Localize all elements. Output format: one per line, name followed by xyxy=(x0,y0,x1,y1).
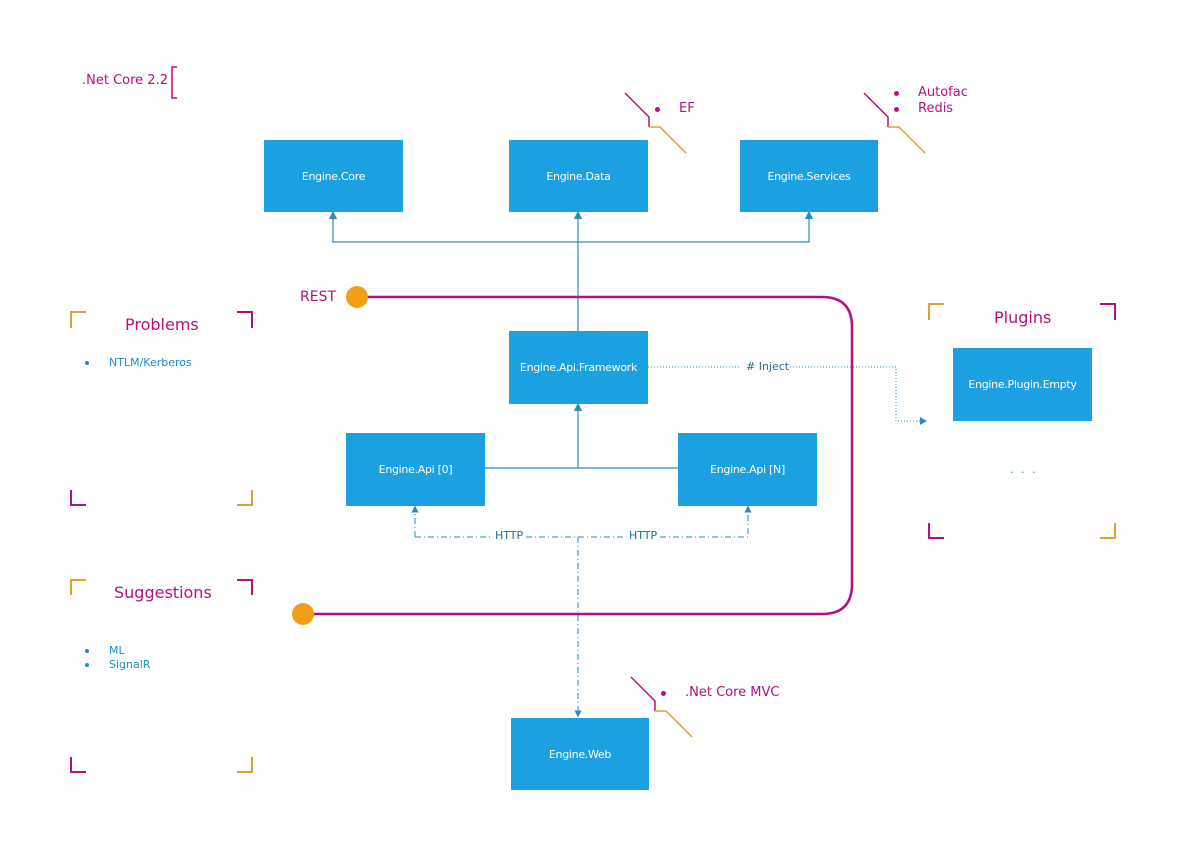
rest-label: REST xyxy=(300,289,337,305)
annotation-item: Autofac xyxy=(891,85,968,101)
http-edges xyxy=(411,505,752,718)
suggestions-item: SignalR xyxy=(82,658,150,672)
inject-edge xyxy=(648,366,920,422)
http-label-right: HTTP xyxy=(629,529,658,542)
problems-item: NTLM/Kerberos xyxy=(82,356,192,370)
plugins-title: Plugins xyxy=(994,308,1052,327)
suggestions-item: ML xyxy=(82,644,150,658)
node-engine-core[interactable]: Engine.Core xyxy=(264,140,403,212)
node-engine-plugin-empty[interactable]: Engine.Plugin.Empty xyxy=(953,348,1092,421)
dependency-tree-api xyxy=(485,402,678,469)
data-annotations: EF xyxy=(652,101,695,117)
annotation-item: EF xyxy=(652,101,695,117)
framework-bracket xyxy=(171,66,177,99)
edge-to-services xyxy=(578,210,814,243)
rest-end-node[interactable] xyxy=(292,603,314,625)
rest-start-node[interactable] xyxy=(346,286,368,308)
web-annotations: .Net Core MVC xyxy=(658,685,780,701)
suggestions-frame xyxy=(70,579,253,773)
framework-label: .Net Core 2.2 xyxy=(82,73,168,88)
node-engine-web[interactable]: Engine.Web xyxy=(511,718,649,790)
node-engine-api-n[interactable]: Engine.Api [N] xyxy=(678,433,817,506)
node-engine-services[interactable]: Engine.Services xyxy=(740,140,878,212)
annotation-item: .Net Core MVC xyxy=(658,685,780,701)
problems-title: Problems xyxy=(125,315,199,334)
services-annotations: Autofac Redis xyxy=(891,85,968,117)
inject-arrow-head xyxy=(920,417,927,425)
problems-frame xyxy=(70,311,253,506)
suggestions-title: Suggestions xyxy=(114,583,212,602)
node-engine-api-framework[interactable]: Engine.Api.Framework xyxy=(509,331,648,404)
plugins-frame xyxy=(928,303,1116,539)
inject-label: # Inject xyxy=(746,360,790,373)
http-label-left: HTTP xyxy=(495,529,524,542)
edge-to-core xyxy=(328,210,578,243)
node-engine-data[interactable]: Engine.Data xyxy=(509,140,648,212)
dependency-tree-top xyxy=(328,210,814,331)
node-engine-api-0[interactable]: Engine.Api [0] xyxy=(346,433,485,506)
annotation-item: Redis xyxy=(891,101,968,117)
plugins-more: . . . xyxy=(1010,463,1038,476)
problems-list: NTLM/Kerberos xyxy=(82,356,192,370)
suggestions-list: ML SignalR xyxy=(82,644,150,672)
